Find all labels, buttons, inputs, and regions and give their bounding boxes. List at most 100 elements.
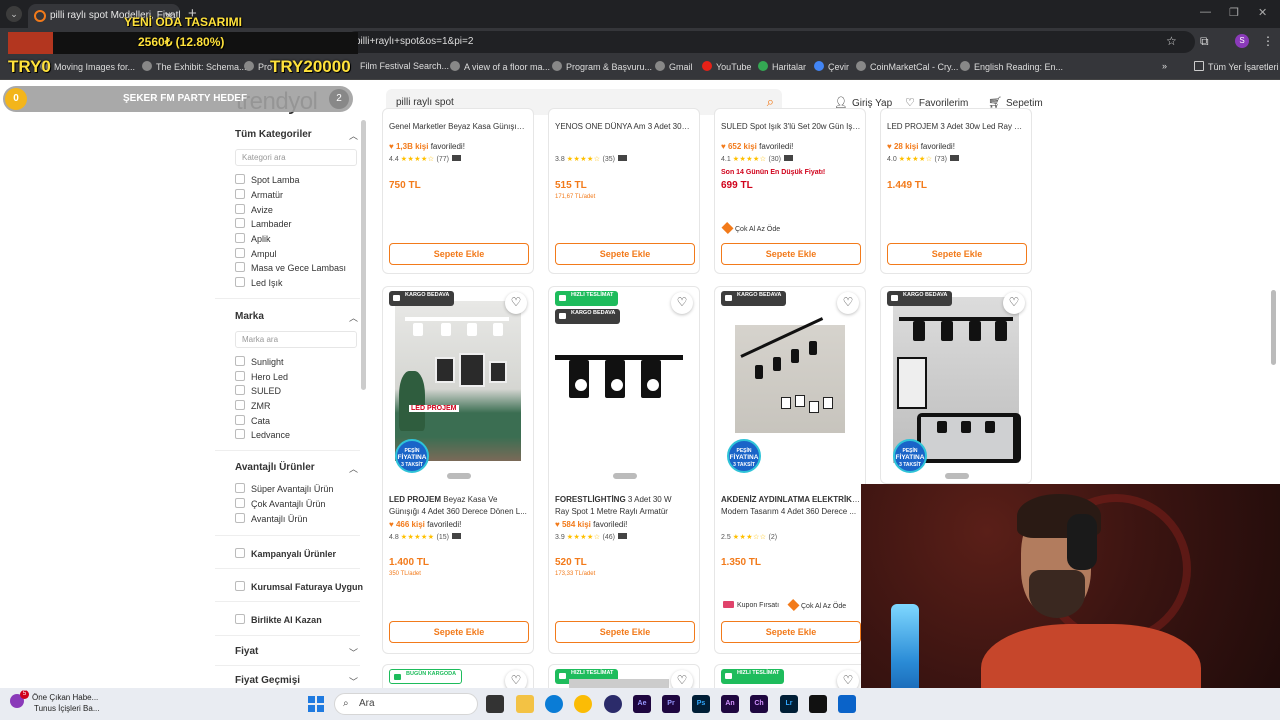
edge-icon[interactable] [545,695,563,713]
brand-option[interactable]: Cata [235,415,270,426]
capcut-icon[interactable] [809,695,827,713]
restore-icon[interactable]: ❐ [1229,6,1239,19]
add-to-cart-button[interactable]: Sepete Ekle [555,621,695,643]
bookmark-item[interactable]: English Reading: En... [960,61,1063,72]
category-option[interactable]: Lambader [235,218,292,229]
profile-avatar[interactable]: S [1235,34,1249,48]
all-bookmarks-folder[interactable]: Tüm Yer İşaretleri [1194,61,1279,72]
price-history-title[interactable]: Fiyat Geçmişi [235,675,300,686]
brand-option[interactable]: Ledvance [235,429,290,440]
product-card[interactable]: BUGÜN KARGODA ♡ [382,664,534,688]
obs-icon[interactable] [604,695,622,713]
product-card[interactable]: SULED Spot Işık 3'lü Set 20w Gün Işığı B… [714,108,866,274]
outlook-icon[interactable] [838,695,856,713]
chevron-down-icon[interactable]: ﹀ [349,675,358,688]
address-bar[interactable]: pilli+raylı+spot&os=1&pi=2 [345,31,1195,53]
bookmark-item[interactable]: Pro [244,61,272,72]
news-widget[interactable]: 5 Öne Çıkan Habe... Tunus İçişleri Ba... [10,690,100,714]
product-card[interactable]: LED PROJEM 3 Adet 30w Led Ray Spot Vitri… [880,108,1032,274]
bookmark-item[interactable]: CoinMarketCal - Cry... [856,61,958,72]
category-option[interactable]: Ampul [235,248,277,259]
favorite-heart-icon[interactable]: ♡ [1003,292,1025,314]
bookmark-star-icon[interactable]: ☆ [1166,34,1177,48]
brand-search-field[interactable]: Marka ara [235,331,357,348]
brand-option[interactable]: ZMR [235,400,271,411]
categories-title[interactable]: Tüm Kategoriler [235,129,312,140]
product-image[interactable] [735,317,845,433]
category-option[interactable]: Aplik [235,233,271,244]
campaign-checkbox[interactable]: Kampanyalı Ürünler [235,548,336,559]
add-to-cart-button[interactable]: Sepete Ekle [721,243,861,265]
character-animator-icon[interactable]: Ch [750,695,768,713]
chevron-up-icon[interactable]: ︿ [349,462,358,475]
advantage-option[interactable]: Avantajlı Ürün [235,513,307,524]
image-carousel-dots[interactable] [945,470,969,479]
add-to-cart-button[interactable]: Sepete Ekle [389,243,529,265]
category-option[interactable]: Spot Lamba [235,174,300,185]
category-option[interactable]: Armatür [235,189,283,200]
product-name[interactable]: LED PROJEM 3 Adet 30w Led Ray Spot Vitri… [887,121,1027,133]
bookmark-item[interactable]: Gmail [655,61,693,72]
image-carousel-dots[interactable] [613,470,637,479]
category-option[interactable]: Avize [235,204,273,215]
chrome-icon[interactable] [574,695,592,713]
close-window-icon[interactable]: ✕ [1258,6,1267,19]
add-to-cart-button[interactable]: Sepete Ekle [887,243,1027,265]
advantage-option[interactable]: Süper Avantajlı Ürün [235,483,333,494]
add-to-cart-button[interactable]: Sepete Ekle [721,621,861,643]
add-to-cart-button[interactable]: Sepete Ekle [389,621,529,643]
product-name-line2[interactable]: Ray Spot 1 Metre Raylı Armatür [555,506,695,518]
category-option[interactable]: Led Işık [235,277,283,288]
product-name[interactable]: Genel Marketler Beyaz Kasa Günışığı 30w … [389,121,529,133]
price-filter-title[interactable]: Fiyat [235,646,258,657]
product-image[interactable] [569,679,669,688]
task-view-icon[interactable] [486,695,504,713]
product-card[interactable]: HIZLI TESLİMAT KARGO BEDAVA ♡ FORESTLİGH… [548,286,700,654]
taskbar-search[interactable]: ⌕ Ara [334,693,478,715]
product-name-line2[interactable]: Günışığı 4 Adet 360 Derece Dönen L... [389,506,529,518]
image-carousel-dots[interactable] [447,470,471,479]
category-option[interactable]: Masa ve Gece Lambası [235,262,346,273]
premiere-icon[interactable]: Pr [662,695,680,713]
product-name[interactable]: YENOS ONE DÜNYA Am 3 Adet 30w Ray Spot V… [555,121,695,133]
category-search-field[interactable]: Kategori ara [235,149,357,166]
lightroom-icon[interactable]: Lr [780,695,798,713]
favorite-heart-icon[interactable]: ♡ [671,670,693,688]
product-name[interactable]: FORESTLİGHTİNG 3 Adet 30 W [555,494,695,506]
file-explorer-icon[interactable] [516,695,534,713]
brand-option[interactable]: Sunlight [235,356,284,367]
bookmark-item[interactable]: Film Festival Search... [360,61,449,71]
favorite-heart-icon[interactable]: ♡ [505,292,527,314]
product-card[interactable]: HIZLI TESLİMAT ♡ [548,664,700,688]
brand-title[interactable]: Marka [235,311,264,322]
after-effects-icon[interactable]: Ae [633,695,651,713]
bookmark-item[interactable]: Çevir [814,61,849,72]
product-card[interactable]: KARGO BEDAVA ♡ PEŞİN FİYATINA 3 TAKSİT [880,286,1032,484]
advantage-option[interactable]: Çok Avantajlı Ürün [235,498,325,509]
chevron-up-icon[interactable]: ︿ [349,311,358,324]
menu-kebab-icon[interactable]: ⋮ [1262,34,1274,48]
product-card[interactable]: LED PROJEM KARGO BEDAVA ♡ PEŞİN FİYATINA 3… [382,286,534,654]
bookmark-item[interactable]: Program & Başvuru... [552,61,652,72]
bookmark-item[interactable]: Haritalar [758,61,806,72]
product-image[interactable]: LED PROJEM [395,301,521,461]
favorite-heart-icon[interactable]: ♡ [837,670,859,688]
product-name[interactable]: AKDENİZ AYDINLATMA ELEKTRİK M... [721,494,861,506]
bookmark-item[interactable]: The Exhibit: Schema... [142,61,247,72]
brand-option[interactable]: SULED [235,385,281,396]
minimize-icon[interactable]: — [1200,6,1211,18]
sidebar-scrollbar[interactable] [361,120,366,390]
buy-together-checkbox[interactable]: Birlikte Al Kazan [235,614,322,625]
bookmark-item[interactable]: Moving Images for... [40,61,135,72]
photoshop-icon[interactable]: Ps [692,695,710,713]
windows-start-icon[interactable] [308,696,324,712]
product-card[interactable]: Genel Marketler Beyaz Kasa Günışığı 30w … [382,108,534,274]
brand-option[interactable]: Hero Led [235,371,288,382]
favorite-heart-icon[interactable]: ♡ [671,292,693,314]
advantage-title[interactable]: Avantajlı Ürünler [235,462,315,473]
product-card[interactable]: YENOS ONE DÜNYA Am 3 Adet 30w Ray Spot V… [548,108,700,274]
product-name[interactable]: SULED Spot Işık 3'lü Set 20w Gün Işığı B… [721,121,861,133]
extensions-icon[interactable]: ⧉ [1200,34,1209,49]
favorite-heart-icon[interactable]: ♡ [505,670,527,688]
animate-icon[interactable]: An [721,695,739,713]
